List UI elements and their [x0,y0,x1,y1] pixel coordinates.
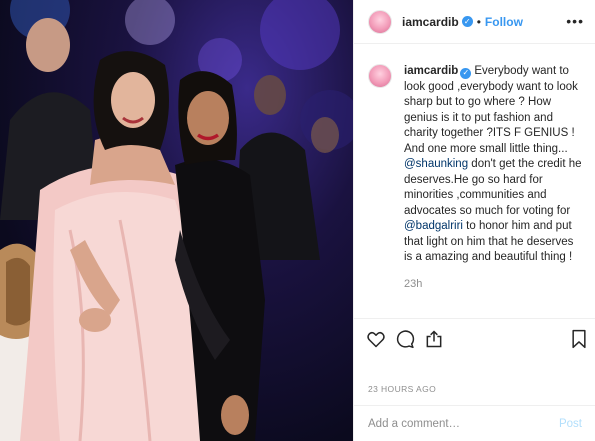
caption-text: iamcardib ✓ Everybody want to look good ,e… [404,64,582,266]
verified-badge-icon: ✓ [461,16,473,27]
author-avatar[interactable] [368,9,392,34]
post-side-panel: iamcardib ✓ • Follow ••• iamcardib ✓ Every… [353,0,595,441]
photo-illustration [0,0,353,441]
mention-link-badgalriri[interactable]: @badgalriri [404,220,463,232]
comment-input[interactable] [368,417,548,430]
header-separator: • [476,14,481,29]
caption-avatar[interactable] [368,64,392,88]
more-options-icon[interactable]: ••• [566,14,584,28]
mention-link-shaunking[interactable]: @shaunking [404,158,468,170]
heart-icon[interactable] [366,329,386,354]
caption-section: iamcardib ✓ Everybody want to look good ,e… [354,44,595,318]
post-comment-button[interactable]: Post [559,418,582,430]
follow-button[interactable]: Follow [485,15,523,29]
verified-badge-icon: ✓ [460,67,472,79]
post-photo[interactable] [0,0,353,441]
comment-bar: Post [354,405,595,441]
author-username[interactable]: iamcardib [402,15,459,29]
share-icon[interactable] [424,329,444,354]
comment-icon[interactable] [395,329,415,354]
caption-row: iamcardib ✓ Everybody want to look good ,e… [368,64,582,266]
post-time-ago[interactable]: 23 HOURS AGO [368,384,436,394]
caption-timestamp[interactable]: 23h [404,278,582,290]
post-actions-bar [354,318,595,358]
bookmark-icon[interactable] [570,329,588,354]
post-header: iamcardib ✓ • Follow ••• [354,0,595,44]
caption-username[interactable]: iamcardib [404,65,458,77]
caption-part-1: Everybody want to look good ,everybody w… [404,65,578,155]
